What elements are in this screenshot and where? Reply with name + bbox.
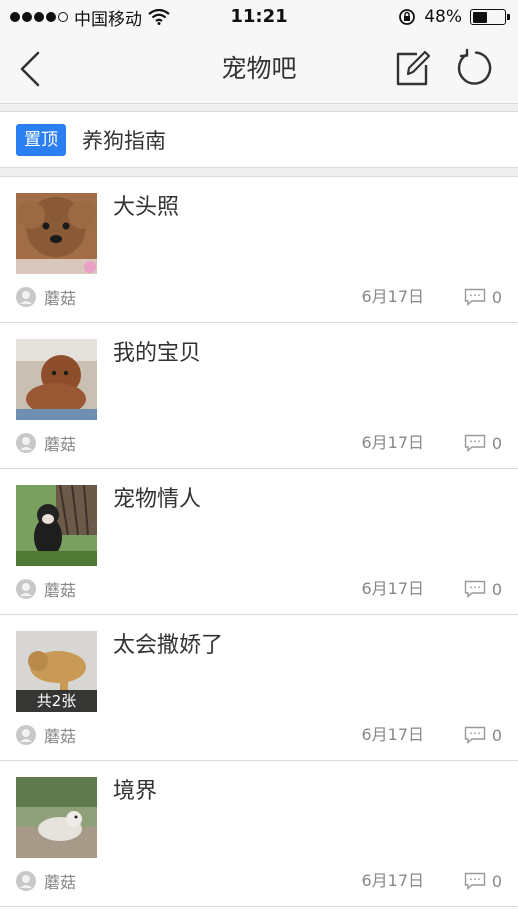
page-title: 宠物吧 bbox=[221, 54, 297, 83]
post-meta: 蘑菇 6月17日 0 bbox=[16, 431, 502, 455]
compose-button[interactable] bbox=[392, 48, 432, 88]
pinned-post-title: 养狗指南 bbox=[82, 128, 166, 153]
post-thumbnail[interactable] bbox=[16, 777, 97, 858]
post-meta: 蘑菇 6月17日 0 bbox=[16, 285, 502, 309]
battery-icon bbox=[470, 9, 510, 25]
comment-count-value: 0 bbox=[491, 287, 502, 307]
post-author: 蘑菇 bbox=[44, 727, 77, 746]
avatar-icon bbox=[16, 287, 36, 307]
comment-count: 0 bbox=[464, 577, 502, 601]
post-meta: 蘑菇 6月17日 0 bbox=[16, 577, 502, 601]
photo-count-badge: 共2张 bbox=[16, 690, 97, 712]
nav-bar: 宠物吧 bbox=[0, 34, 518, 104]
rotation-lock-icon bbox=[399, 9, 416, 25]
post-author: 蘑菇 bbox=[44, 435, 77, 454]
status-right: 48% bbox=[398, 0, 510, 34]
refresh-button[interactable] bbox=[454, 48, 494, 88]
comment-icon bbox=[464, 288, 486, 306]
section-divider bbox=[0, 168, 518, 177]
brown-dog-photo-image bbox=[16, 339, 97, 420]
post-meta: 蘑菇 6月17日 0 bbox=[16, 869, 502, 893]
post-thumbnail[interactable]: 共2张 bbox=[16, 631, 97, 712]
avatar-icon bbox=[16, 725, 36, 745]
comment-icon bbox=[464, 872, 486, 890]
battery-level bbox=[472, 11, 488, 23]
refresh-icon bbox=[457, 48, 492, 85]
post-item[interactable]: 我的宝贝 蘑菇 6月17日 0 bbox=[0, 323, 518, 469]
post-item[interactable]: 共2张 太会撒娇了 蘑菇 6月17日 0 bbox=[0, 615, 518, 761]
post-thumbnail[interactable] bbox=[16, 339, 97, 420]
avatar-icon bbox=[16, 871, 36, 891]
comment-icon bbox=[464, 580, 486, 598]
post-meta: 蘑菇 6月17日 0 bbox=[16, 723, 502, 747]
post-thumbnail[interactable] bbox=[16, 193, 97, 274]
avatar-icon bbox=[16, 433, 36, 453]
comment-count-value: 0 bbox=[491, 725, 502, 745]
section-divider bbox=[0, 104, 518, 112]
post-date: 6月17日 bbox=[361, 871, 424, 890]
post-item[interactable]: 大头照 蘑菇 6月17日 0 bbox=[0, 177, 518, 323]
status-bar: 中国移动 11:21 48% bbox=[0, 0, 518, 34]
post-item[interactable]: 宠物情人 蘑菇 6月17日 0 bbox=[0, 469, 518, 615]
pinned-post[interactable]: 置顶 养狗指南 bbox=[0, 112, 518, 168]
post-date: 6月17日 bbox=[361, 433, 424, 452]
post-thumbnail[interactable] bbox=[16, 485, 97, 566]
comment-count: 0 bbox=[464, 869, 502, 893]
comment-count: 0 bbox=[464, 285, 502, 309]
post-item[interactable]: 境界 蘑菇 6月17日 0 bbox=[0, 761, 518, 907]
post-title: 境界 bbox=[113, 779, 158, 804]
comment-count-value: 0 bbox=[491, 579, 502, 599]
dog-outdoors-photo-image bbox=[16, 777, 97, 858]
post-author: 蘑菇 bbox=[44, 581, 77, 600]
poodle-photo-image bbox=[16, 193, 97, 274]
comment-count-value: 0 bbox=[491, 871, 502, 891]
avatar-icon bbox=[16, 579, 36, 599]
comment-count: 0 bbox=[464, 431, 502, 455]
husky-puppy-photo-image bbox=[16, 485, 97, 566]
post-author: 蘑菇 bbox=[44, 289, 77, 308]
post-author: 蘑菇 bbox=[44, 873, 77, 892]
comment-icon bbox=[464, 434, 486, 452]
comment-icon bbox=[464, 726, 486, 744]
post-title: 我的宝贝 bbox=[113, 341, 202, 366]
compose-icon bbox=[396, 50, 431, 86]
battery-percent: 48% bbox=[424, 7, 462, 27]
post-date: 6月17日 bbox=[361, 287, 424, 306]
post-title: 宠物情人 bbox=[113, 487, 202, 512]
pinned-badge: 置顶 bbox=[16, 123, 66, 156]
post-title: 太会撒娇了 bbox=[113, 633, 224, 658]
post-list: 大头照 蘑菇 6月17日 0 我的宝贝 蘑菇 6月17日 0 宠物情人 蘑菇 6… bbox=[0, 177, 518, 907]
post-date: 6月17日 bbox=[361, 579, 424, 598]
post-date: 6月17日 bbox=[361, 725, 424, 744]
comment-count-value: 0 bbox=[491, 433, 502, 453]
post-title: 大头照 bbox=[113, 195, 180, 220]
comment-count: 0 bbox=[464, 723, 502, 747]
